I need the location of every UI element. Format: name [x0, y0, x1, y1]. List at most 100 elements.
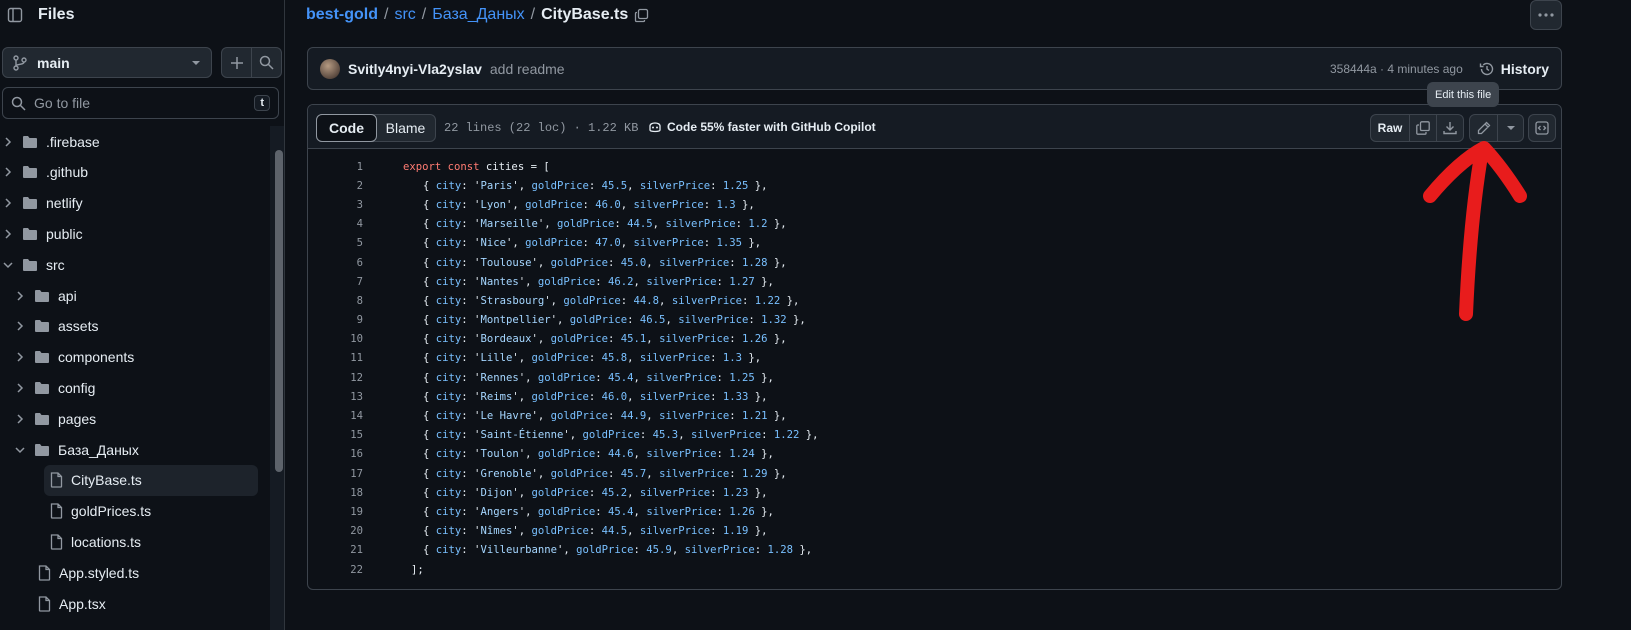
tab-blame[interactable]: Blame [376, 115, 435, 141]
code-property: silverPrice [690, 429, 762, 442]
commit-meta[interactable]: 358444a · 4 minutes ago [1330, 62, 1463, 76]
more-options-button[interactable] [1530, 0, 1562, 30]
code-property: goldPrice [582, 429, 640, 442]
code-number: 45.4 [608, 371, 634, 384]
tree-folder[interactable]: pages [12, 403, 258, 434]
caret-down-icon [191, 58, 201, 68]
go-to-file-input[interactable]: Go to file t [2, 87, 279, 119]
chevron-down-icon[interactable] [0, 261, 16, 269]
code-number: 1.24 [729, 448, 755, 461]
code-property: city [435, 525, 462, 538]
code-number: 1.3 [716, 198, 736, 211]
line-number: 17 [350, 467, 363, 480]
tree-item-label: netlify [46, 195, 83, 212]
code-property: goldPrice [550, 410, 609, 423]
chevron-right-icon[interactable] [12, 352, 28, 362]
chevron-down-icon[interactable] [12, 446, 28, 454]
tree-folder[interactable]: .firebase [0, 126, 258, 157]
chevron-right-icon[interactable] [12, 414, 28, 424]
tree-file[interactable]: App.styled.ts [32, 557, 258, 588]
history-button[interactable]: History [1479, 61, 1549, 77]
tree-folder[interactable]: netlify [0, 188, 258, 219]
code-number: 1.21 [742, 410, 768, 423]
folder-icon [34, 350, 50, 364]
code-line: 3 { city: 'Lyon', goldPrice: 46.0, silver… [308, 195, 1561, 214]
tree-folder[interactable]: База_Даных [12, 434, 258, 465]
tree-folder[interactable]: config [12, 372, 258, 403]
chevron-right-icon[interactable] [0, 136, 16, 147]
branch-selector[interactable]: main [2, 47, 212, 78]
tree-item-label: assets [58, 318, 99, 335]
code-property: goldPrice [569, 314, 628, 327]
raw-button[interactable]: Raw [1371, 115, 1409, 141]
code-text: { city: 'Montpellier', goldPrice: 46.5, … [423, 314, 806, 327]
code-number: 45.9 [646, 544, 672, 557]
code-line: 18 { city: 'Dijon', goldPrice: 45.2, silv… [308, 483, 1561, 502]
line-number: 22 [350, 563, 363, 576]
avatar[interactable] [320, 58, 340, 79]
collapse-sidebar-icon[interactable] [2, 2, 28, 28]
tree-file[interactable]: locations.ts [44, 526, 258, 557]
line-number: 7 [356, 275, 363, 288]
code-number: 1.3 [722, 352, 742, 365]
code-property: goldPrice [537, 448, 596, 461]
code-property: silverPrice [684, 544, 755, 557]
chevron-right-icon[interactable] [12, 290, 28, 301]
file-content-box: Code Blame 22 lines (22 loc) · 1.22 KB C… [307, 104, 1562, 590]
code-property: city [435, 448, 462, 461]
tab-code[interactable]: Code [316, 114, 377, 142]
tree-folder[interactable]: assets [12, 311, 258, 342]
code-property: goldPrice [576, 544, 634, 557]
file-header-toolbar: Code Blame 22 lines (22 loc) · 1.22 KB C… [308, 105, 1561, 149]
code-string: Montpellier [480, 314, 551, 327]
code-property: city [435, 333, 462, 346]
code-property: goldPrice [550, 467, 609, 480]
tree-folder[interactable]: .github [0, 157, 258, 188]
commit-message-link[interactable]: add readme [490, 61, 1330, 77]
tree-folder[interactable]: src [0, 249, 258, 280]
breadcrumb-folder-link[interactable]: База_Даных [432, 6, 524, 24]
copilot-promo-link[interactable]: Code 55% faster with GitHub Copilot [648, 120, 876, 134]
tree-file[interactable]: App.tsx [32, 588, 258, 619]
tree-file[interactable]: CityBase.ts [44, 464, 258, 496]
code-property: city [435, 237, 462, 250]
add-file-button[interactable] [221, 47, 252, 78]
file-icon [38, 595, 51, 612]
search-files-button[interactable] [251, 47, 282, 78]
chevron-right-icon[interactable] [0, 167, 16, 177]
tree-item-label: pages [58, 410, 97, 427]
copy-path-icon[interactable] [634, 8, 649, 23]
chevron-right-icon[interactable] [0, 229, 16, 239]
kebab-horizontal-icon [1538, 13, 1554, 17]
chevron-right-icon[interactable] [12, 383, 28, 393]
go-to-file-placeholder: Go to file [34, 95, 91, 111]
folder-icon [22, 165, 38, 179]
code-line: 10 { city: 'Bordeaux', goldPrice: 45.1, s… [308, 330, 1561, 349]
tree-item-label: App.styled.ts [59, 564, 140, 581]
breadcrumb-repo-link[interactable]: best-gold [306, 6, 378, 24]
chevron-right-icon[interactable] [0, 198, 16, 208]
code-property: silverPrice [671, 294, 742, 307]
chevron-right-icon[interactable] [12, 321, 28, 331]
folder-icon [22, 135, 38, 149]
code-number: 1.19 [722, 525, 749, 538]
tree-folder[interactable]: components [12, 342, 258, 373]
tree-folder[interactable]: public [0, 218, 258, 249]
folder-icon [34, 443, 50, 457]
breadcrumb-src-link[interactable]: src [394, 6, 415, 24]
code-number: 45.4 [608, 505, 634, 518]
code-property: silverPrice [659, 410, 730, 423]
history-icon [1479, 61, 1495, 77]
tree-folder[interactable]: api [12, 280, 258, 311]
code-string: Lyon [480, 198, 506, 211]
code-number: 1.35 [716, 237, 742, 250]
tree-scrollbar-thumb[interactable] [275, 150, 283, 472]
line-number: 5 [356, 237, 363, 250]
tree-file[interactable]: goldPrices.ts [44, 496, 258, 527]
code-number: 1.26 [742, 333, 768, 346]
code-view[interactable]: 1 export const cities = [2 { city: 'Paris'… [308, 157, 1561, 579]
line-number: 13 [350, 390, 363, 403]
breadcrumb-separator: / [384, 6, 389, 23]
file-icon [50, 503, 63, 519]
commit-author-link[interactable]: Svitly4nyi-Vla2yslav [348, 61, 482, 77]
